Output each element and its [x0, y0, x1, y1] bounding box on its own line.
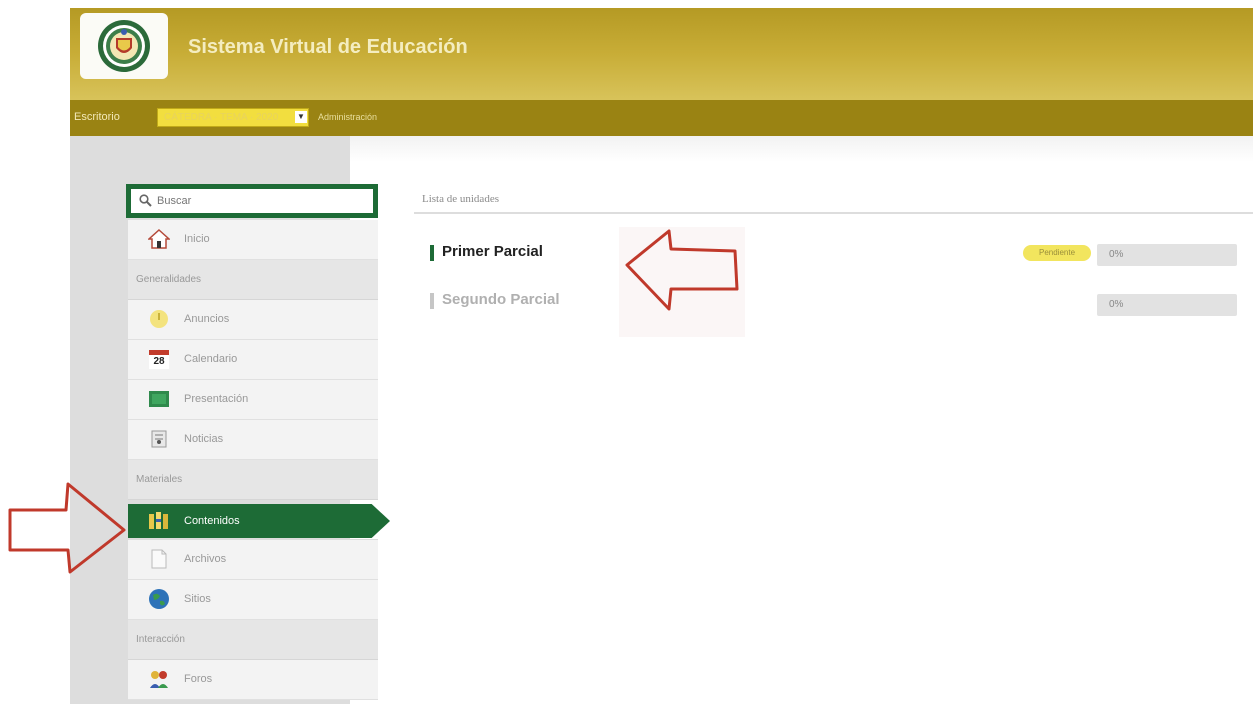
sidebar-item-noticias[interactable]: Noticias	[128, 420, 378, 460]
left-arrow-icon	[625, 229, 739, 311]
section-generalidades: Generalidades	[128, 260, 378, 300]
announcement-icon	[148, 308, 170, 330]
sidebar-item-label: Archivos	[184, 553, 227, 565]
shield-seal-icon	[98, 20, 150, 72]
right-arrow-icon	[8, 482, 126, 574]
units-list-title: Lista de unidades	[422, 193, 499, 205]
sidebar-item-label: Anuncios	[184, 313, 230, 325]
sidebar-item-archivos[interactable]: Archivos	[128, 540, 378, 580]
app-header: Sistema Virtual de Educación	[70, 8, 1253, 100]
sidebar-item-anuncios[interactable]: Anuncios	[128, 300, 378, 340]
sidebar-item-label: Sitios	[184, 593, 211, 605]
home-icon	[148, 228, 170, 250]
content-top-strip	[350, 136, 1253, 162]
search-icon	[139, 194, 152, 210]
sidebar-item-label: Foros	[184, 673, 213, 685]
unit-progress-bar: 0%	[1097, 294, 1237, 316]
status-badge: Pendiente	[1023, 245, 1091, 261]
annotation-arrow-contenidos	[6, 480, 128, 574]
chevron-down-icon[interactable]: ▼	[295, 111, 307, 123]
unit-primer-parcial[interactable]: Primer Parcial	[430, 243, 543, 261]
section-interaccion: Interacción	[128, 620, 378, 660]
app-title: Sistema Virtual de Educación	[188, 36, 468, 58]
unit-segundo-parcial[interactable]: Segundo Parcial	[430, 291, 560, 309]
nav-administracion-link[interactable]: Administración	[318, 112, 377, 122]
sidebar-item-label: Noticias	[184, 433, 224, 445]
search-input[interactable]	[157, 193, 357, 209]
top-navbar: Escritorio CÁTEDRA · TEMA · 2020 ▼ Admin…	[70, 100, 1253, 136]
presentation-icon	[148, 388, 170, 410]
calendar-day: 28	[149, 354, 169, 369]
nav-escritorio-link[interactable]: Escritorio	[74, 111, 120, 123]
divider	[414, 212, 1253, 214]
sidebar-item-foros[interactable]: Foros	[128, 660, 378, 700]
search-box	[126, 184, 378, 218]
calendar-icon: 28	[148, 348, 170, 370]
sidebar-item-contenidos[interactable]: Contenidos	[128, 500, 390, 540]
sidebar-item-calendario[interactable]: 28 Calendario	[128, 340, 378, 380]
content-area: Inicio Generalidades Anuncios 28 Calenda…	[70, 136, 1253, 704]
course-select-value: CÁTEDRA · TEMA · 2020	[164, 112, 279, 123]
file-icon	[148, 548, 170, 570]
app-window: Sistema Virtual de Educación Escritorio …	[70, 8, 1253, 704]
sidebar-menu: Inicio Generalidades Anuncios 28 Calenda…	[128, 220, 390, 700]
sidebar-item-label: Inicio	[184, 233, 210, 245]
globe-icon	[148, 588, 170, 610]
sidebar-item-label: Presentación	[184, 393, 249, 405]
forum-icon	[148, 668, 170, 690]
sidebar-item-presentacion[interactable]: Presentación	[128, 380, 378, 420]
annotation-arrow-units	[619, 227, 745, 337]
page-left-margin	[0, 0, 70, 704]
contents-icon	[148, 510, 170, 532]
sidebar-item-label: Calendario	[184, 353, 238, 365]
course-select[interactable]: CÁTEDRA · TEMA · 2020 ▼	[157, 108, 309, 127]
sidebar-item-label: Contenidos	[184, 515, 240, 527]
unit-progress-bar: 0%	[1097, 244, 1237, 266]
sidebar-item-inicio[interactable]: Inicio	[128, 220, 378, 260]
section-materiales: Materiales	[128, 460, 378, 500]
news-icon	[148, 428, 170, 450]
institution-logo[interactable]	[80, 13, 168, 79]
sidebar-item-sitios[interactable]: Sitios	[128, 580, 378, 620]
